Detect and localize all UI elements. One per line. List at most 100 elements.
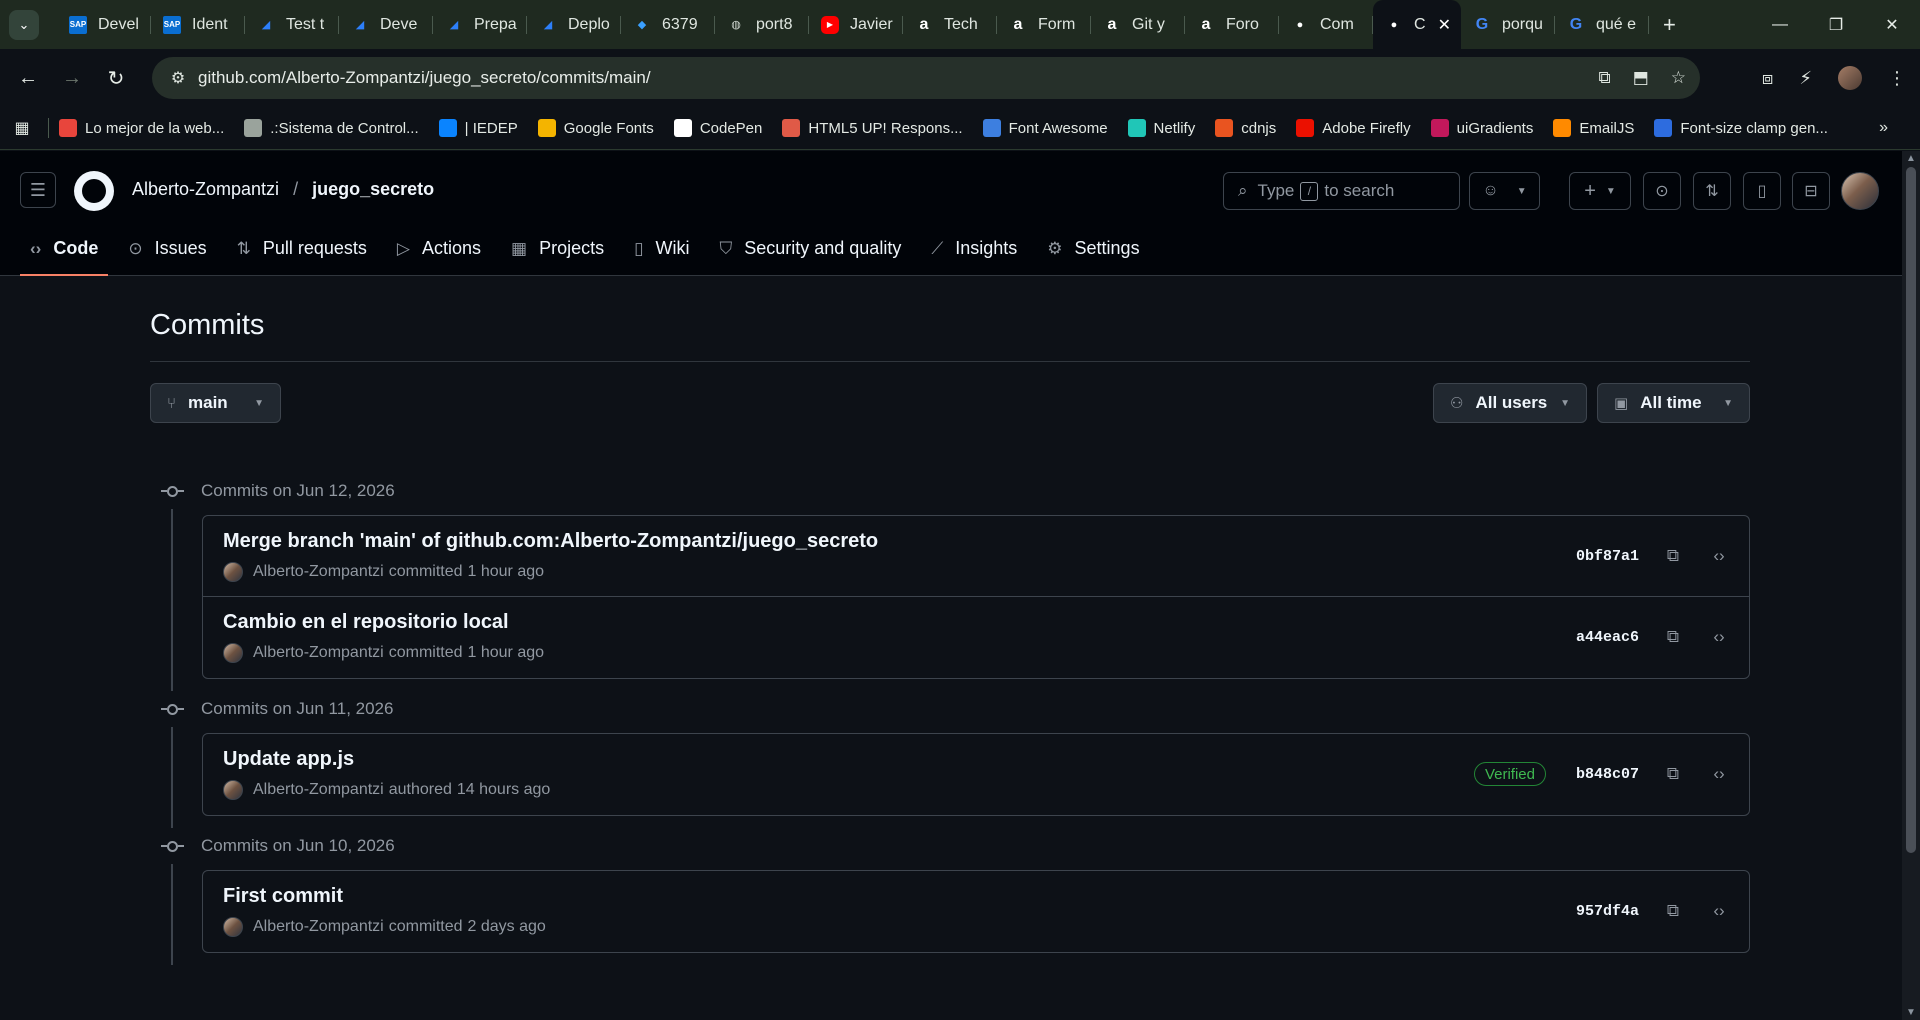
browser-tab[interactable]: a Git y: [1091, 0, 1185, 49]
scroll-up-icon[interactable]: ▲: [1906, 153, 1916, 164]
browser-tab[interactable]: SAP Devel: [57, 0, 151, 49]
commit-author-link[interactable]: Alberto-Zompantzi: [253, 918, 384, 936]
avatar[interactable]: [223, 643, 243, 663]
copilot-dropdown-icon[interactable]: ▼: [1517, 186, 1527, 197]
breadcrumb-owner[interactable]: Alberto-Zompantzi: [132, 179, 279, 200]
copy-sha-button[interactable]: ⧉: [1657, 895, 1689, 927]
bookmark-item[interactable]: Font-size clamp gen...: [1654, 119, 1828, 137]
commit-sha-link[interactable]: 957df4a: [1576, 903, 1639, 920]
bookmark-item[interactable]: uiGradients: [1430, 119, 1533, 137]
browser-tab[interactable]: a Form: [997, 0, 1091, 49]
commit-sha-link[interactable]: a44eac6: [1576, 629, 1639, 646]
new-tab-button[interactable]: +: [1663, 12, 1676, 38]
translate-icon[interactable]: ⧉: [1599, 68, 1611, 88]
copy-sha-button[interactable]: ⧉: [1657, 758, 1689, 790]
search-input[interactable]: ⌕ Type / to search: [1223, 172, 1460, 210]
browser-tab[interactable]: ● C ✕: [1373, 0, 1461, 49]
commit-title-link[interactable]: First commit: [223, 885, 343, 908]
copy-sha-button[interactable]: ⧉: [1657, 540, 1689, 572]
bookmark-item[interactable]: EmailJS: [1553, 119, 1634, 137]
back-button[interactable]: ←: [6, 56, 50, 100]
browser-tab[interactable]: ▶ Javier: [809, 0, 903, 49]
minimize-button[interactable]: —: [1752, 0, 1808, 49]
tab-pull-requests[interactable]: ⇅ Pull requests: [227, 221, 377, 276]
tab-wiki[interactable]: ▯ Wiki: [624, 221, 699, 276]
browser-tab[interactable]: ◢ Prepa: [433, 0, 527, 49]
notifications-button[interactable]: ⊟: [1792, 172, 1830, 210]
browser-tab[interactable]: ◍ port8: [715, 0, 809, 49]
browser-tab[interactable]: ● Com: [1279, 0, 1373, 49]
bookmark-item[interactable]: | IEDEP: [438, 119, 518, 137]
browser-tab[interactable]: ◢ Test t: [245, 0, 339, 49]
browse-repo-button[interactable]: ‹›: [1703, 621, 1735, 653]
branch-selector-button[interactable]: ⑂ main ▼: [150, 383, 281, 423]
bookmark-item[interactable]: Lo mejor de la web...: [59, 119, 224, 137]
user-avatar[interactable]: [1841, 172, 1879, 210]
apps-grid-icon[interactable]: ▦: [0, 118, 44, 138]
bookmark-star-icon[interactable]: ☆: [1671, 68, 1686, 88]
forward-button[interactable]: →: [50, 56, 94, 100]
tab-actions[interactable]: ▷ Actions: [387, 221, 491, 276]
browser-tab[interactable]: a Foro: [1185, 0, 1279, 49]
commit-title-link[interactable]: Cambio en el repositorio local: [223, 611, 509, 634]
tab-projects[interactable]: ▦ Projects: [501, 221, 614, 276]
browser-tab[interactable]: SAP Ident: [151, 0, 245, 49]
bookmark-item[interactable]: HTML5 UP! Respons...: [782, 119, 963, 137]
bookmark-item[interactable]: Adobe Firefly: [1296, 119, 1411, 137]
tab-insights[interactable]: ⟋ Insights: [921, 221, 1027, 276]
open-menu-button[interactable]: ☰: [20, 172, 56, 208]
commit-sha-link[interactable]: b848c07: [1576, 766, 1639, 783]
commit-title-link[interactable]: Update app.js: [223, 748, 354, 771]
avatar[interactable]: [223, 780, 243, 800]
commit-author-link[interactable]: Alberto-Zompantzi: [253, 644, 384, 662]
bookmark-item[interactable]: .:Sistema de Control...: [244, 119, 419, 137]
issues-button[interactable]: ⊙: [1643, 172, 1681, 210]
bookmark-item[interactable]: CodePen: [673, 119, 762, 137]
bookmark-item[interactable]: Netlify: [1127, 119, 1195, 137]
scroll-down-icon[interactable]: ▼: [1906, 1007, 1916, 1018]
browser-tab[interactable]: ◆ 6379: [621, 0, 715, 49]
create-new-button[interactable]: + ▼: [1569, 172, 1631, 210]
commit-author-link[interactable]: Alberto-Zompantzi: [253, 781, 384, 799]
bookmark-item[interactable]: Google Fonts: [537, 119, 654, 137]
copy-sha-button[interactable]: ⧉: [1657, 621, 1689, 653]
browser-tab[interactable]: Gqué e: [1555, 0, 1649, 49]
restore-button[interactable]: ❐: [1808, 0, 1864, 49]
install-app-icon[interactable]: ⬒: [1633, 68, 1649, 88]
users-filter-button[interactable]: ⚇ All users ▼: [1433, 383, 1587, 423]
time-filter-button[interactable]: ▣ All time ▼: [1597, 383, 1750, 423]
github-logo-icon[interactable]: [74, 171, 114, 211]
close-window-button[interactable]: ✕: [1864, 0, 1920, 49]
browser-tab[interactable]: Gporqu: [1461, 0, 1555, 49]
bookmarks-overflow-icon[interactable]: »: [1879, 119, 1888, 137]
avatar[interactable]: [223, 917, 243, 937]
verified-badge[interactable]: Verified: [1473, 762, 1546, 786]
browser-tab[interactable]: a Tech: [903, 0, 997, 49]
close-tab-icon[interactable]: ✕: [1438, 15, 1451, 35]
repositories-button[interactable]: ▯: [1743, 172, 1781, 210]
page-scrollbar[interactable]: ▲ ▼: [1902, 151, 1920, 1020]
avatar[interactable]: [223, 562, 243, 582]
reload-button[interactable]: ↻: [94, 56, 138, 100]
url-text[interactable]: github.com/Alberto-Zompantzi/juego_secre…: [198, 68, 651, 88]
browse-repo-button[interactable]: ‹›: [1703, 758, 1735, 790]
profile-avatar[interactable]: [1838, 66, 1862, 90]
tab-search-button[interactable]: ⌄: [9, 9, 39, 40]
site-info-icon[interactable]: ⚙: [158, 68, 198, 88]
address-bar[interactable]: ⚙ github.com/Alberto-Zompantzi/juego_sec…: [152, 57, 1700, 99]
bookmark-item[interactable]: cdnjs: [1215, 119, 1276, 137]
scroll-thumb[interactable]: [1906, 167, 1916, 853]
commit-sha-link[interactable]: 0bf87a1: [1576, 548, 1639, 565]
performance-icon[interactable]: ⚡: [1799, 68, 1812, 89]
browser-tab[interactable]: ◢ Deve: [339, 0, 433, 49]
tab-security-and-quality[interactable]: ⛉ Security and quality: [709, 221, 911, 276]
pull-requests-button[interactable]: ⇅: [1693, 172, 1731, 210]
browse-repo-button[interactable]: ‹›: [1703, 540, 1735, 572]
bookmark-item[interactable]: Font Awesome: [982, 119, 1108, 137]
tab-settings[interactable]: ⚙ Settings: [1037, 221, 1149, 276]
commit-author-link[interactable]: Alberto-Zompantzi: [253, 563, 384, 581]
browser-menu-icon[interactable]: ⋮: [1888, 68, 1906, 89]
copilot-button[interactable]: ☺ ▼: [1469, 172, 1540, 210]
browse-repo-button[interactable]: ‹›: [1703, 895, 1735, 927]
commit-title-link[interactable]: Merge branch 'main' of github.com:Albert…: [223, 530, 878, 553]
